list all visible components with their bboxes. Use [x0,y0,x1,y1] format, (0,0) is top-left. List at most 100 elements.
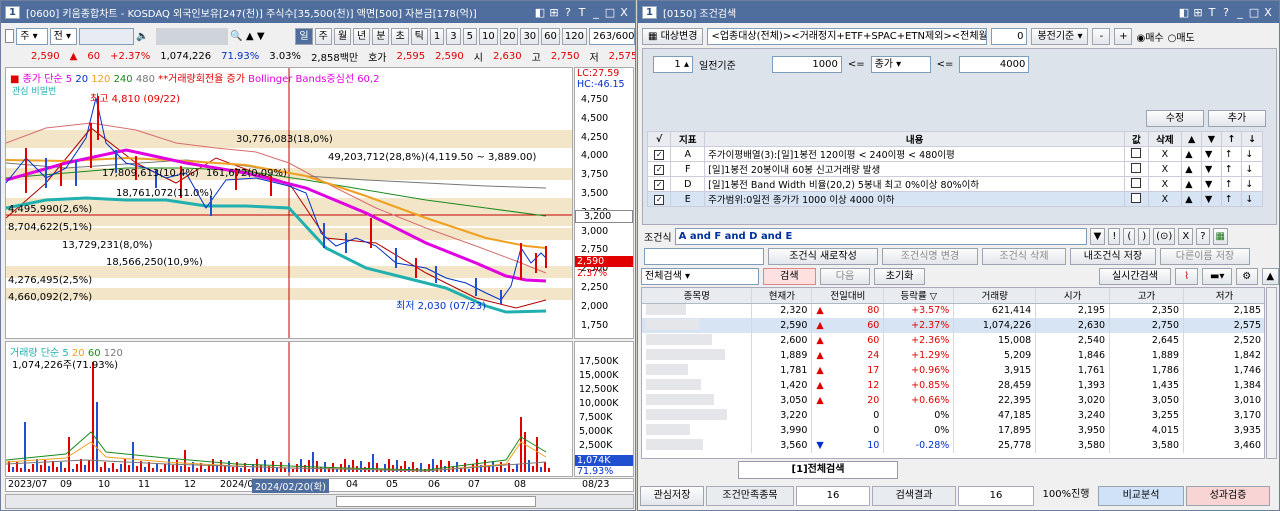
stock-name-cell[interactable] [646,393,714,405]
condition-row[interactable]: ✓ A 주가이평배열(3):[일]1봉전 120이평 < 240이평 < 480… [646,146,1263,162]
value-checkbox[interactable] [1131,192,1142,203]
stock-name-cell[interactable] [646,423,690,435]
edit-button[interactable]: 수정 [1146,109,1204,127]
move-up-icon[interactable]: ▲ [1181,161,1202,177]
save-as-button[interactable]: 다른이름 저장 [1160,247,1250,265]
condition-checkbox[interactable]: ✓ [654,149,665,160]
stock-name-cell[interactable] [646,408,727,420]
result-row[interactable]: 1,781 ▲ 17 +0.96% 3,915 1,761 1,786 1,746 [642,363,1264,378]
col-high[interactable]: 고가 [1109,288,1185,304]
min-price-input[interactable]: 1000 [771,55,842,73]
legend-turnover[interactable]: **거래량회전율 증가 [158,74,245,85]
stock-name-cell[interactable] [646,318,699,330]
price-plot[interactable]: ■ 종가 단순 5 20 120 240 480 **거래량회전율 증가 Bol… [5,67,573,339]
add-button[interactable]: 추가 [1208,109,1266,127]
help-icon[interactable]: ? [1219,6,1233,19]
move-top-icon[interactable]: ↑ [1220,176,1243,192]
tab-year[interactable]: 년 [353,27,371,45]
legend-ma240[interactable]: 240 [114,74,133,85]
legend-ma20[interactable]: 20 [75,74,88,85]
close-icon[interactable]: X [1261,6,1275,19]
minus-button[interactable]: - [1092,27,1111,45]
stock-name-cell[interactable] [646,333,712,345]
move-bottom-icon[interactable]: ↓ [1241,191,1263,207]
stock-name-cell[interactable] [646,303,686,315]
col-change-pct[interactable]: 등락률 ▽ [883,288,955,304]
result-row[interactable]: 3,220 0 0% 47,185 3,240 3,255 3,170 [642,408,1264,423]
search-icon[interactable]: 🔍 ▲ ▼ [230,31,293,42]
move-up-icon[interactable]: ▲ [1181,176,1202,192]
move-down-icon[interactable]: ▼ [1201,161,1222,177]
result-row[interactable]: 2,590 ▲ 60 +2.37% 1,074,226 2,630 2,750 2,575 [642,318,1264,333]
collapse-icon[interactable]: ▲ [1261,267,1279,285]
grid-icon[interactable]: ⊞ [547,6,561,19]
interval-10[interactable]: 10 [478,27,498,45]
new-condition-button[interactable]: 조건식 새로작성 [768,247,878,265]
volume-axis[interactable]: 17,500K 15,000K 12,500K 10,000K 7,500K 5,000K… [574,341,634,477]
compare-button[interactable]: 비교분석 [1098,486,1184,506]
formula-open-paren[interactable]: ( [1123,227,1136,245]
minimize-icon[interactable]: _ [1233,6,1247,19]
interval-5[interactable]: 5 [462,27,477,45]
result-row[interactable]: 3,990 0 0% 17,895 3,950 4,015 3,935 [642,423,1264,438]
condition-row[interactable]: ✓ D [일]1봉전 Band Width 비율(20,2) 5봉내 최고 0%… [646,176,1263,192]
stock-name-cell[interactable] [646,363,688,375]
formula-not-button[interactable]: ! [1108,227,1121,245]
interval-30[interactable]: 30 [520,27,540,45]
radio-buy[interactable]: ◉매수 [1136,29,1163,44]
menu-icon[interactable]: ▬▾ [1202,267,1232,285]
delete-condition-button[interactable]: 조건식 삭제 [982,247,1066,265]
fav-save-button[interactable]: 관심저장 [640,486,704,506]
value-checkbox[interactable] [1131,162,1142,173]
interval-60[interactable]: 60 [541,27,560,45]
maximize-icon[interactable]: □ [603,6,617,19]
bar-counter[interactable]: 263/600 [589,27,635,45]
save-condition-button[interactable]: 내조건식 저장 [1070,247,1156,265]
close-icon[interactable]: X [617,6,631,19]
interval-120[interactable]: 120 [561,27,587,45]
formula-clear-button[interactable]: X [1178,227,1194,245]
move-down-icon[interactable]: ▼ [1201,146,1222,162]
type-select[interactable]: 주 ▾ [16,27,48,45]
excel-icon[interactable]: ▦ [1212,227,1228,245]
stock-code-input[interactable] [79,27,135,45]
legend-bollinger[interactable]: Bollinger Bands중심선 60,2 [248,74,379,85]
tab-month[interactable]: 월 [333,27,352,45]
chart-icon[interactable]: ⌇ [1174,267,1199,285]
next-button[interactable]: 다음 [819,267,871,285]
grid-icon[interactable]: ⊞ [1191,6,1205,19]
stock-name-cell[interactable] [646,378,701,390]
symbol-grid-icon[interactable] [5,29,15,43]
value-checkbox[interactable] [1131,177,1142,188]
condition-checkbox[interactable]: ✓ [654,194,665,205]
x-axis[interactable]: 2023/07 09 10 11 12 2024/0 2024/02/20(화)… [5,478,634,493]
formula-help-button[interactable]: ? [1196,227,1210,245]
max-price-input[interactable]: 4000 [959,55,1030,73]
move-top-icon[interactable]: ↑ [1220,191,1243,207]
move-bottom-icon[interactable]: ↓ [1241,146,1263,162]
move-up-icon[interactable]: ▲ [1181,191,1202,207]
price-axis[interactable]: LC:27.59 HC:-46.15 4,750 4,500 4,250 4,000 3… [574,67,634,339]
tab-tick[interactable]: 틱 [410,27,428,45]
col-change[interactable]: 전일대비 [811,288,885,304]
target-change-button[interactable]: ▦ 대상변경 [642,27,704,45]
plus-button[interactable]: + [1114,27,1133,45]
condition-row[interactable]: ✓ E 주가범위:0일전 종가가 1000 이상 4000 이하 X ▲ ▼ ↑ ↓ [646,191,1263,207]
move-top-icon[interactable]: ↑ [1220,161,1243,177]
legend-ma120[interactable]: 120 [91,74,110,85]
move-down-icon[interactable]: ▼ [1201,191,1222,207]
settings-icon[interactable]: ⚙ [1235,267,1258,285]
interval-1[interactable]: 1 [429,27,445,45]
stock-name-cell[interactable] [646,438,703,450]
period-select[interactable]: 전 ▾ [49,27,78,45]
result-row[interactable]: 2,600 ▲ 60 +2.36% 15,008 2,540 2,645 2,520 [642,333,1264,348]
minimize-icon[interactable]: _ [589,6,603,19]
stock-name-cell[interactable] [646,348,725,360]
verify-button[interactable]: 성과검증 [1186,486,1270,506]
bong-button[interactable]: 봉전기준 ▾ [1031,27,1089,45]
search-button[interactable]: 검색 [763,267,816,285]
col-stock-name[interactable]: 종목명 [642,288,753,304]
maximize-icon[interactable]: □ [1247,6,1261,19]
move-top-icon[interactable]: ↑ [1220,146,1243,162]
condition-delete[interactable]: X [1147,146,1183,162]
